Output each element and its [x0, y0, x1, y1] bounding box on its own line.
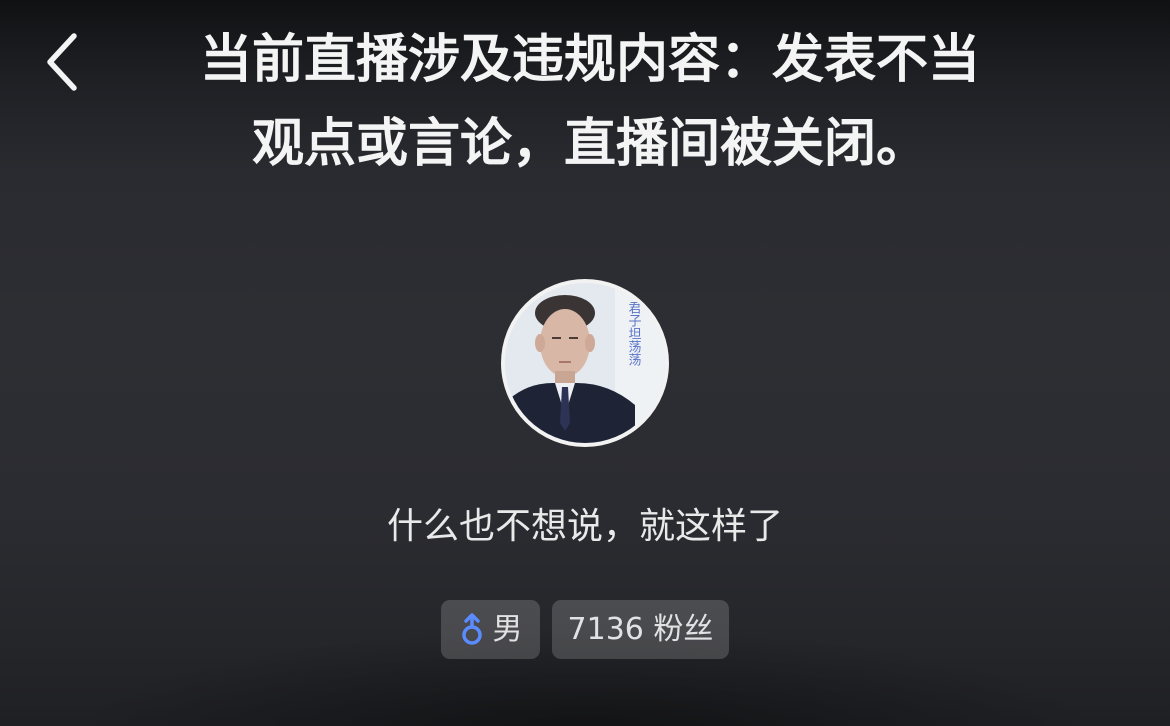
back-button[interactable] — [26, 26, 98, 98]
chevron-left-icon — [47, 33, 77, 91]
avatar-photo: 君子坦荡荡 — [505, 283, 665, 443]
bio-text: 什么也不想说，就这样了 — [386, 506, 783, 547]
gender-label: 男 — [492, 612, 523, 647]
violation-notice-line2: 观点或言论，直播间被关闭。 — [251, 114, 928, 174]
violation-notice-line1: 当前直播涉及违规内容：发表不当 — [199, 30, 980, 90]
avatar[interactable]: 君子坦荡荡 — [501, 279, 669, 447]
gender-tag: 男 — [441, 600, 540, 659]
male-icon — [459, 612, 485, 647]
profile-tags: 男 7136 粉丝 — [0, 600, 1170, 659]
fans-count-tag[interactable]: 7136 粉丝 — [552, 600, 729, 659]
avatar-handwriting: 君子坦荡荡 — [626, 301, 642, 366]
